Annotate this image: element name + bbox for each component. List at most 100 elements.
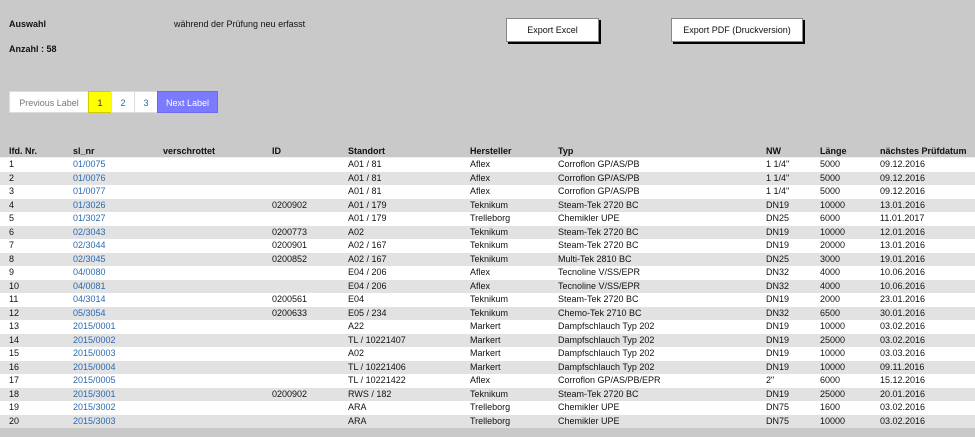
row-number: 12 [0, 306, 65, 320]
id-cell [264, 320, 340, 334]
sl-nr-link[interactable]: 2015/0003 [73, 348, 116, 358]
id-cell [264, 279, 340, 293]
sl-nr-link[interactable]: 02/3045 [73, 254, 106, 264]
sl-nr-link[interactable]: 2015/3003 [73, 416, 116, 426]
verschrottet-cell [155, 360, 264, 374]
row-number: 14 [0, 333, 65, 347]
sl-nr-link[interactable]: 01/0077 [73, 186, 106, 196]
laenge-cell: 6000 [812, 374, 872, 388]
sl-nr-link[interactable]: 05/3054 [73, 308, 106, 318]
nw-cell: DN19 [758, 239, 812, 253]
export-excel-button[interactable]: Export Excel [506, 18, 599, 42]
hersteller-cell: Teknikum [462, 252, 550, 266]
standort-cell: RWS / 182 [340, 387, 462, 401]
sl-nr-link[interactable]: 2015/3002 [73, 402, 116, 412]
standort-cell: A01 / 81 [340, 157, 462, 172]
pruefdatum-cell: 03.02.2016 [872, 333, 975, 347]
sl-nr-link[interactable]: 04/0080 [73, 267, 106, 277]
sl-nr-cell: 01/3027 [65, 212, 155, 226]
id-cell [264, 414, 340, 428]
laenge-cell: 10000 [812, 360, 872, 374]
laenge-cell: 6500 [812, 306, 872, 320]
table-row: 14 2015/0002 TL / 10221407 Markert Dampfschl… [0, 333, 975, 347]
col-header[interactable]: Länge [812, 144, 872, 158]
row-number: 20 [0, 414, 65, 428]
verschrottet-cell [155, 320, 264, 334]
sl-nr-link[interactable]: 01/0075 [73, 159, 106, 169]
sl-nr-link[interactable]: 2015/0004 [73, 362, 116, 372]
verschrottet-cell [155, 252, 264, 266]
row-number: 4 [0, 198, 65, 212]
sl-nr-link[interactable]: 02/3043 [73, 227, 106, 237]
standort-cell: TL / 10221406 [340, 360, 462, 374]
row-number: 19 [0, 401, 65, 415]
pruefdatum-cell: 03.02.2016 [872, 401, 975, 415]
verschrottet-cell [155, 374, 264, 388]
sl-nr-link[interactable]: 01/3027 [73, 213, 106, 223]
table-row: 6 02/3043 0200773 A02 Teknikum Steam-Tek 2720… [0, 225, 975, 239]
pruefdatum-cell: 09.11.2016 [872, 360, 975, 374]
col-header[interactable]: Standort [340, 144, 462, 158]
nw-cell: DN32 [758, 306, 812, 320]
col-header[interactable]: Typ [550, 144, 758, 158]
auswahl-label: Auswahl [9, 19, 47, 29]
laenge-cell: 10000 [812, 320, 872, 334]
sl-nr-link[interactable]: 04/0081 [73, 281, 106, 291]
col-header[interactable]: nächstes Prüfdatum [872, 144, 975, 158]
col-header[interactable]: NW [758, 144, 812, 158]
sl-nr-cell: 01/0075 [65, 157, 155, 172]
sl-nr-link[interactable]: 01/0076 [73, 173, 106, 183]
nw-cell: DN25 [758, 212, 812, 226]
standort-cell: ARA [340, 414, 462, 428]
id-cell [264, 374, 340, 388]
standort-cell: A01 / 81 [340, 185, 462, 199]
sl-nr-link[interactable]: 2015/3001 [73, 389, 116, 399]
col-header[interactable]: Hersteller [462, 144, 550, 158]
verschrottet-cell [155, 225, 264, 239]
sl-nr-link[interactable]: 02/3044 [73, 240, 106, 250]
next-page-button[interactable]: Next Label [157, 91, 218, 113]
table-row: 12 05/3054 0200633 E05 / 234 Teknikum Chemo-T… [0, 306, 975, 320]
verschrottet-cell [155, 414, 264, 428]
typ-cell: Steam-Tek 2720 BC [550, 198, 758, 212]
pruefdatum-cell: 11.01.2017 [872, 212, 975, 226]
standort-cell: A01 / 179 [340, 198, 462, 212]
col-header[interactable]: verschrottet [155, 144, 264, 158]
table-row: 4 01/3026 0200902 A01 / 179 Teknikum Steam-Te… [0, 198, 975, 212]
sl-nr-cell: 04/3014 [65, 293, 155, 307]
typ-cell: Corroflon GP/AS/PB [550, 185, 758, 199]
hersteller-cell: Aflex [462, 171, 550, 185]
table-row: 16 2015/0004 TL / 10221406 Markert Dampfschl… [0, 360, 975, 374]
export-pdf-button[interactable]: Export PDF (Druckversion) [671, 18, 803, 42]
hersteller-cell: Aflex [462, 279, 550, 293]
verschrottet-cell [155, 293, 264, 307]
verschrottet-cell [155, 157, 264, 172]
standort-cell: E04 / 206 [340, 279, 462, 293]
sl-nr-link[interactable]: 2015/0001 [73, 321, 116, 331]
pruefdatum-cell: 03.02.2016 [872, 414, 975, 428]
sl-nr-link[interactable]: 2015/0005 [73, 375, 116, 385]
table-row: 17 2015/0005 TL / 10221422 Aflex Corroflon G… [0, 374, 975, 388]
page-1-button[interactable]: 1 [88, 91, 111, 113]
col-header[interactable]: sl_nr [65, 144, 155, 158]
page-2-button[interactable]: 2 [111, 91, 134, 113]
table-row: 3 01/0077 A01 / 81 Aflex Corroflon GP/AS/PB 1… [0, 185, 975, 199]
typ-cell: Multi-Tek 2810 BC [550, 252, 758, 266]
standort-cell: A02 / 167 [340, 252, 462, 266]
sl-nr-cell: 05/3054 [65, 306, 155, 320]
sl-nr-link[interactable]: 2015/0002 [73, 335, 116, 345]
col-header[interactable]: ID [264, 144, 340, 158]
standort-cell: A02 / 167 [340, 239, 462, 253]
table-row: 13 2015/0001 A22 Markert Dampfschlauch Typ 2… [0, 320, 975, 334]
laenge-cell: 5000 [812, 171, 872, 185]
laenge-cell: 3000 [812, 252, 872, 266]
sl-nr-link[interactable]: 01/3026 [73, 200, 106, 210]
table-row: 10 04/0081 E04 / 206 Aflex Tecnoline V/SS/EP… [0, 279, 975, 293]
hersteller-cell: Aflex [462, 374, 550, 388]
hersteller-cell: Aflex [462, 157, 550, 172]
col-header[interactable]: lfd. Nr. [0, 144, 65, 158]
sl-nr-link[interactable]: 04/3014 [73, 294, 106, 304]
typ-cell: Steam-Tek 2720 BC [550, 387, 758, 401]
previous-page-button[interactable]: Previous Label [9, 91, 88, 113]
page-3-button[interactable]: 3 [134, 91, 157, 113]
